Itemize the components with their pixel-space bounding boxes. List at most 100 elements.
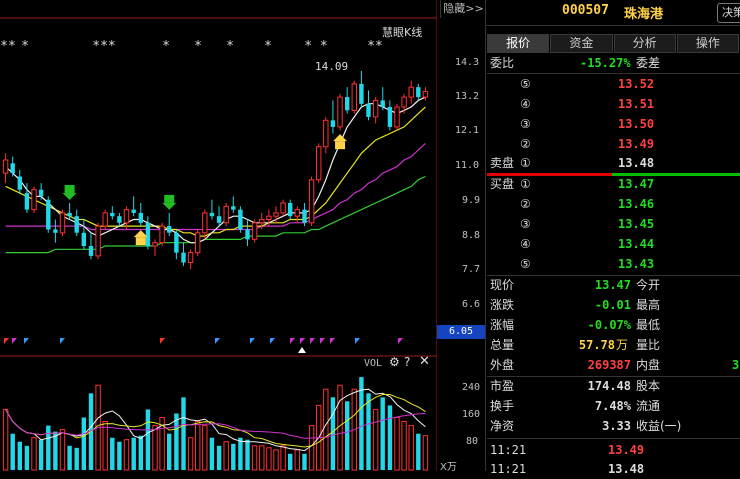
buy-1-row[interactable]: 买盘 ① 13.47 xyxy=(490,175,740,194)
volume-bar xyxy=(245,439,250,470)
candle-body xyxy=(138,212,143,223)
sell-4-price: 13.51 xyxy=(618,97,655,111)
waipan-label: 外盘 xyxy=(490,358,515,372)
tab-funds[interactable]: 资金 xyxy=(550,34,613,53)
tick-time: 11:21 xyxy=(490,443,527,457)
sell-1-row[interactable]: 卖盘 ① 13.48 xyxy=(490,154,740,173)
signal-star: * xyxy=(162,39,170,54)
vol-label: VOL xyxy=(364,358,383,369)
xianjia-row: 现价 13.47 今开 xyxy=(490,276,740,295)
hide-button[interactable]: 隐藏>> xyxy=(440,0,486,18)
candle-body xyxy=(231,206,236,210)
signal-marker xyxy=(60,338,65,344)
decide-button[interactable]: 决策 xyxy=(717,3,740,23)
buy-4-price: 13.44 xyxy=(618,237,655,251)
volume-bar xyxy=(345,401,350,470)
volume-bar xyxy=(422,435,429,471)
buy-arrow-icon xyxy=(133,230,148,238)
candle-body xyxy=(308,179,315,224)
volume-bar xyxy=(387,405,393,470)
candle-body xyxy=(408,86,414,98)
buy-4-row[interactable]: ④ 13.44 xyxy=(490,235,740,254)
volume-bar xyxy=(323,388,329,471)
buy-5-row[interactable]: ⑤ 13.43 xyxy=(490,255,740,274)
waipan-row: 外盘 269387 内盘 3 xyxy=(490,356,740,375)
sell-2-row[interactable]: ② 13.49 xyxy=(490,135,740,154)
volume-bar xyxy=(145,409,151,470)
candle-body xyxy=(302,209,307,223)
signal-marker xyxy=(12,338,17,344)
candle-body xyxy=(46,199,51,230)
candle-body xyxy=(380,100,385,107)
candle-body xyxy=(366,103,371,117)
candle-body xyxy=(251,222,258,240)
candle-body xyxy=(359,83,364,104)
high-price-mark: 14.09 xyxy=(315,60,349,73)
candle-body xyxy=(280,202,286,214)
indicator-label[interactable]: 慧眼K线 xyxy=(382,24,422,40)
close-icon[interactable]: ✕ xyxy=(419,354,430,369)
candle-body xyxy=(202,212,208,234)
candle-body xyxy=(59,212,66,234)
tick-row: 11:21 13.48 xyxy=(490,460,740,479)
shiying-value: 174.48 xyxy=(587,379,631,393)
volume-bar xyxy=(110,437,115,470)
xianjia-value: 13.47 xyxy=(594,278,631,292)
tick-price: 13.48 xyxy=(608,462,645,476)
tab-analysis[interactable]: 分析 xyxy=(613,34,676,53)
candle-body xyxy=(102,212,108,227)
signal-star: * xyxy=(264,39,272,54)
weibi-label: 委比 xyxy=(490,56,515,70)
volume-bar xyxy=(138,435,143,470)
current-position-marker xyxy=(298,347,306,353)
buy-3-row[interactable]: ③ 13.45 xyxy=(490,215,740,234)
price-tick: 8.8 xyxy=(462,230,481,241)
signal-marker xyxy=(330,338,335,344)
signal-star: * xyxy=(194,39,202,54)
sell-2-level: ② xyxy=(520,137,531,151)
price-tick: 6.6 xyxy=(462,299,481,310)
buy-1-level: ① xyxy=(520,177,531,191)
volume-bar xyxy=(131,437,136,470)
buy-1-price: 13.47 xyxy=(618,177,655,191)
buy-3-price: 13.45 xyxy=(618,217,655,231)
volume-bar xyxy=(17,441,22,470)
help-icon[interactable]: ? xyxy=(404,355,410,369)
neipan-value: 3 xyxy=(732,358,740,372)
sell-3-row[interactable]: ③ 13.50 xyxy=(490,115,740,134)
neipan-label: 内盘 xyxy=(636,358,661,372)
volume-bar xyxy=(152,425,158,471)
volume-bar xyxy=(216,445,222,470)
sell-5-row[interactable]: ⑤ 13.52 xyxy=(490,75,740,94)
vol-tick: 160 xyxy=(462,409,481,420)
candle-body xyxy=(209,212,215,217)
huanshou-label: 换手 xyxy=(490,399,515,413)
sell-label: 卖盘 xyxy=(490,156,515,170)
volume-bar xyxy=(273,449,279,471)
kline-chart[interactable]: ** * *** * * * * * * ** 慧眼K线 14.09 VOL ⚙ ? ✕ xyxy=(0,0,437,471)
gear-icon[interactable]: ⚙ xyxy=(389,355,400,369)
signal-star: *** xyxy=(92,39,115,54)
sell-5-price: 13.52 xyxy=(618,77,655,91)
candle-body xyxy=(394,106,400,128)
zongliang-row: 总量 57.78 万 量比 xyxy=(490,336,740,355)
volume-bar xyxy=(238,437,243,470)
sell-4-row[interactable]: ④ 13.51 xyxy=(490,95,740,114)
signal-marker xyxy=(398,338,403,344)
tab-quote[interactable]: 报价 xyxy=(487,34,550,53)
volume-bar xyxy=(401,421,407,471)
sell-signal-icon xyxy=(64,184,75,193)
top-right-divider xyxy=(486,25,740,26)
candle-body xyxy=(159,225,165,244)
zongliang-unit: 万 xyxy=(616,338,629,352)
buy-label: 买盘 xyxy=(490,177,515,191)
buy-5-level: ⑤ xyxy=(520,257,531,271)
sell-5-level: ⑤ xyxy=(520,77,531,91)
zuidi-label: 最低 xyxy=(636,318,661,332)
buy-2-row[interactable]: ② 13.46 xyxy=(490,195,740,214)
volume-bar xyxy=(24,445,30,470)
huanshou-value: 7.48% xyxy=(594,399,631,413)
tab-operate[interactable]: 操作 xyxy=(676,34,739,53)
candle-body xyxy=(131,209,136,213)
candle-body xyxy=(316,146,322,181)
